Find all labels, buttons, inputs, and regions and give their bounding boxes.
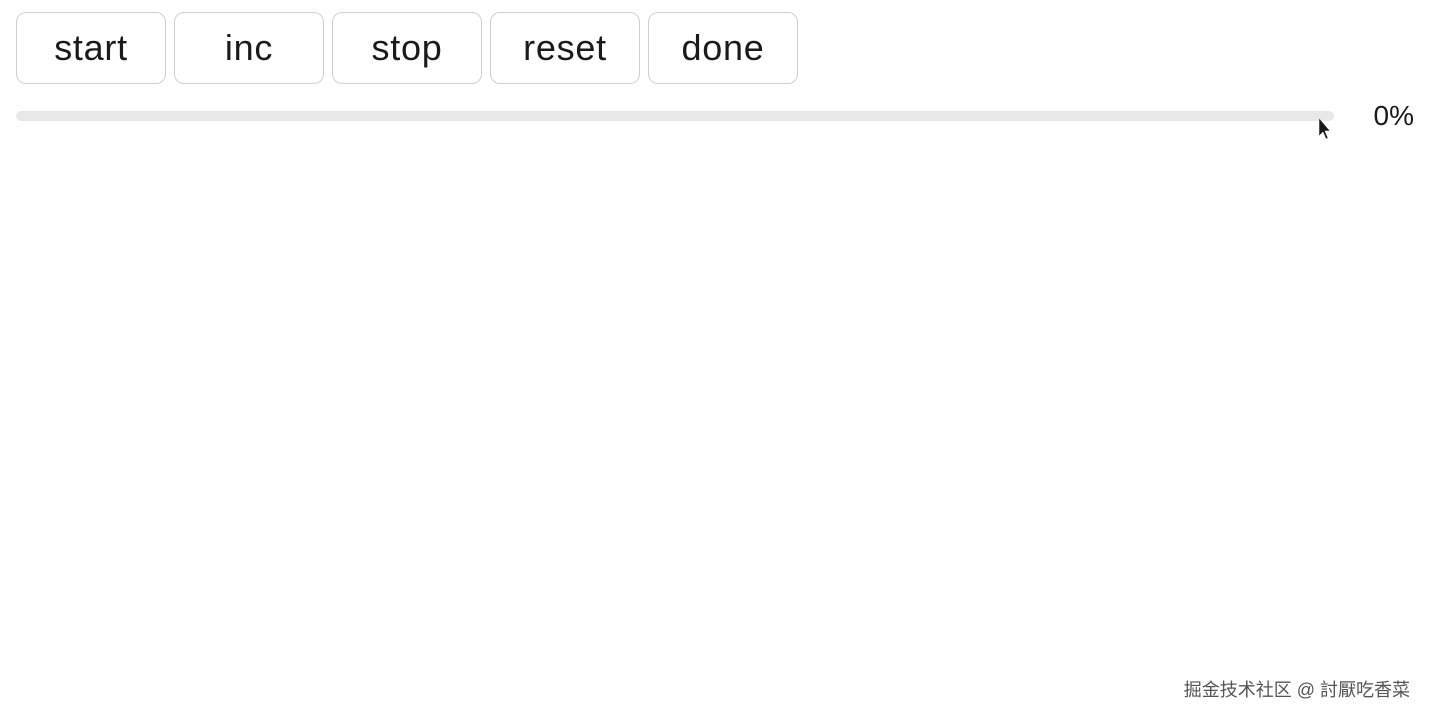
start-button[interactable]: start (16, 12, 166, 84)
progress-label: 0% (1344, 100, 1414, 132)
progress-container: 0% (0, 100, 1430, 132)
done-button[interactable]: done (648, 12, 798, 84)
reset-button[interactable]: reset (490, 12, 640, 84)
inc-button[interactable]: inc (174, 12, 324, 84)
stop-button[interactable]: stop (332, 12, 482, 84)
toolbar: startincstopresetdone (0, 0, 1430, 96)
progress-bar-track (16, 111, 1334, 121)
watermark: 掘金技术社区 @ 討厭吃香菜 (1184, 676, 1410, 702)
